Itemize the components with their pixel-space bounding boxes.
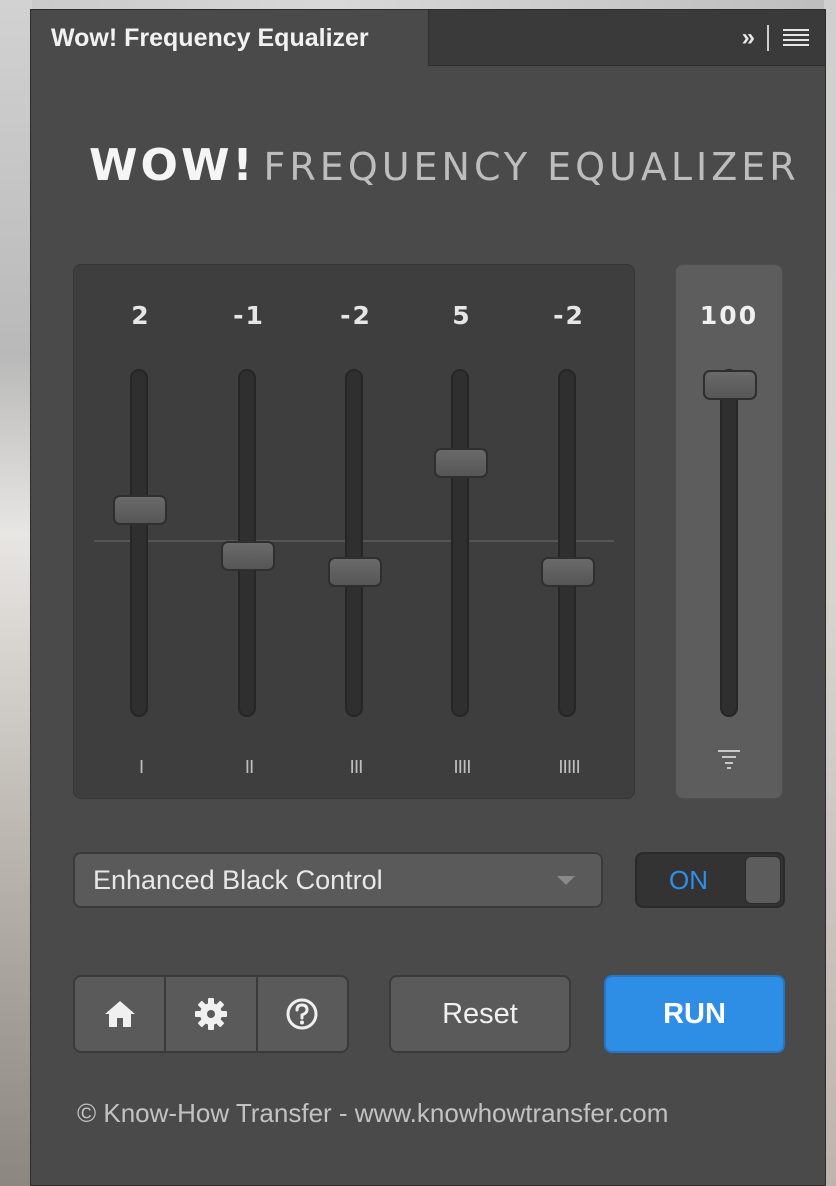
band-slider-track[interactable] — [345, 369, 363, 717]
filter-icon — [718, 750, 740, 769]
toggle-label: ON — [669, 865, 708, 895]
preset-selected: Enhanced Black Control — [93, 865, 383, 895]
home-icon — [104, 1001, 135, 1027]
band-value: -2 — [340, 301, 372, 330]
settings-button[interactable] — [166, 977, 258, 1051]
band-label: IIIII — [558, 757, 581, 778]
on-off-toggle[interactable]: ON — [635, 852, 785, 908]
collapse-icon[interactable]: » — [742, 24, 755, 52]
master-value: 100 — [699, 301, 759, 330]
band-4: 5 IIII — [432, 265, 492, 800]
run-button[interactable]: RUN — [604, 975, 785, 1053]
band-value: 5 — [452, 301, 472, 330]
gear-icon — [194, 998, 227, 1030]
background-photo-left — [0, 0, 32, 1186]
toggle-knob — [745, 856, 781, 904]
band-5: -2 IIIII — [539, 265, 599, 800]
band-label: II — [244, 757, 255, 778]
band-value: -1 — [233, 301, 265, 330]
home-button[interactable] — [75, 977, 167, 1051]
band-slider-knob[interactable] — [113, 495, 167, 525]
band-label: I — [138, 757, 144, 778]
band-label: IIII — [453, 757, 471, 778]
preset-dropdown[interactable]: Enhanced Black Control — [73, 852, 603, 908]
master-slider-knob[interactable] — [703, 370, 757, 400]
copyright-footer: © Know-How Transfer - www.knowhowtransfe… — [77, 1098, 669, 1128]
title-bold: WOW! — [89, 140, 256, 191]
panel-tab-bar: Wow! Frequency Equalizer » — [31, 10, 825, 66]
help-icon — [286, 998, 318, 1030]
band-value: 2 — [131, 301, 151, 330]
band-slider-track[interactable] — [558, 369, 576, 717]
reset-button[interactable]: Reset — [389, 975, 571, 1053]
equalizer-panel: Wow! Frequency Equalizer » WOW! FREQUENCY… — [30, 9, 826, 1186]
band-label: III — [349, 757, 364, 778]
icon-button-group — [73, 975, 349, 1053]
divider — [767, 24, 769, 51]
band-1: 2 I — [111, 265, 171, 800]
help-button[interactable] — [258, 977, 347, 1051]
tab-actions: » — [742, 10, 809, 65]
band-slider-knob[interactable] — [221, 541, 275, 571]
panel-menu-icon[interactable] — [783, 28, 809, 47]
page-title: WOW! FREQUENCY EQUALIZER — [89, 140, 800, 191]
band-slider-track[interactable] — [130, 369, 148, 717]
equalizer-bands: 2 I -1 II -2 III 5 IIII -2 IIIII — [73, 264, 635, 799]
title-light: FREQUENCY EQUALIZER — [263, 145, 800, 189]
band-slider-knob[interactable] — [541, 557, 595, 587]
master-slider: 100 — [675, 264, 783, 799]
band-slider-track[interactable] — [451, 369, 469, 717]
band-2: -1 II — [219, 265, 279, 800]
band-value: -2 — [553, 301, 585, 330]
band-slider-knob[interactable] — [328, 557, 382, 587]
master-slider-track[interactable] — [720, 369, 738, 717]
band-slider-knob[interactable] — [434, 448, 488, 478]
band-3: -2 III — [326, 265, 386, 800]
panel-tab[interactable]: Wow! Frequency Equalizer — [31, 10, 429, 66]
chevron-down-icon — [557, 876, 575, 885]
